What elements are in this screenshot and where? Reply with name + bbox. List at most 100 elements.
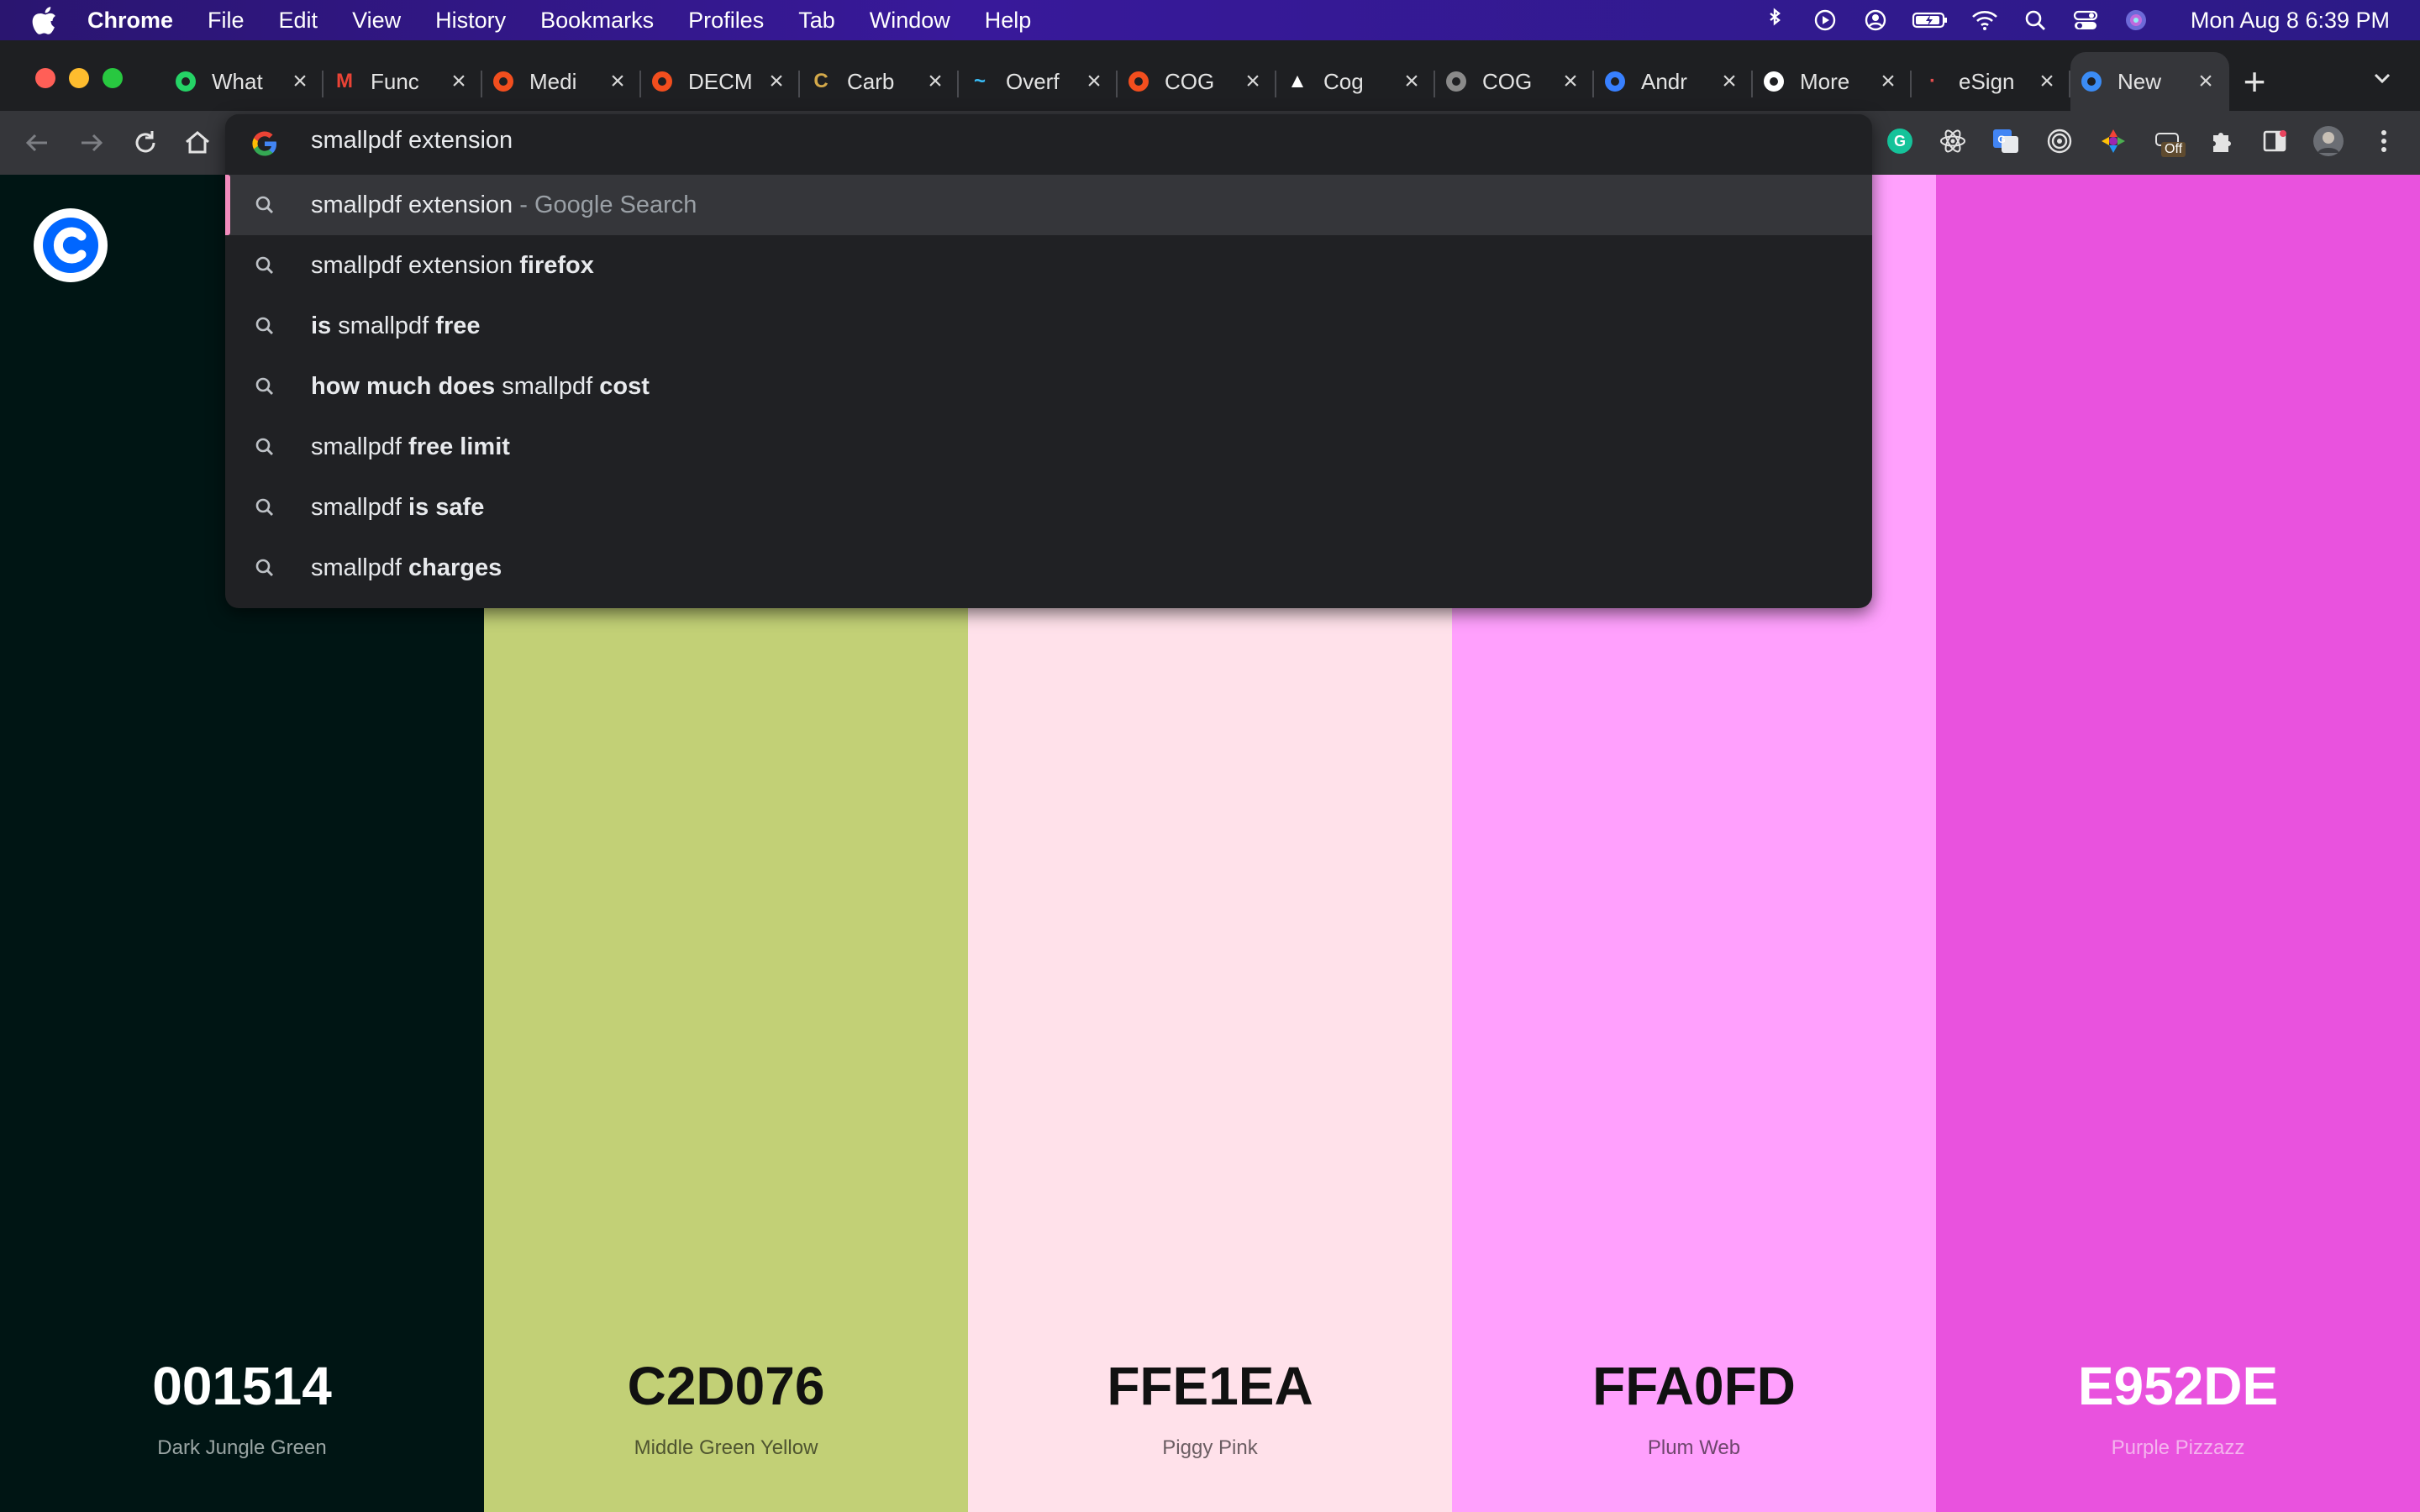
tab-close-icon[interactable]: × bbox=[1876, 67, 1900, 96]
coolors-logo[interactable] bbox=[34, 208, 108, 282]
apple-logo-icon[interactable] bbox=[32, 6, 57, 34]
omnibox-suggestion[interactable]: smallpdf extension firefox bbox=[225, 235, 1872, 296]
tab-close-icon[interactable]: × bbox=[288, 67, 312, 96]
browser-tab[interactable]: DECM × bbox=[641, 52, 800, 111]
omnibox-suggestion[interactable]: smallpdf charges bbox=[225, 538, 1872, 598]
menu-file[interactable]: File bbox=[208, 8, 245, 34]
browser-tab[interactable]: C Carb × bbox=[800, 52, 959, 111]
browser-tab[interactable]: M Func × bbox=[324, 52, 482, 111]
menu-window[interactable]: Window bbox=[870, 8, 950, 34]
gmail-icon: M bbox=[336, 70, 353, 92]
tab-close-icon[interactable]: × bbox=[606, 67, 629, 96]
tab-close-icon[interactable]: × bbox=[2194, 67, 2217, 96]
chrome-menu-kebab-icon[interactable] bbox=[2368, 125, 2400, 157]
grammarly-extension-icon[interactable]: G bbox=[1884, 125, 1916, 157]
menu-profiles[interactable]: Profiles bbox=[688, 8, 764, 34]
extensions-puzzle-icon[interactable] bbox=[2205, 125, 2237, 157]
wifi-icon[interactable] bbox=[1970, 8, 1999, 33]
menu-bar-clock[interactable]: Mon Aug 8 6:39 PM bbox=[2191, 8, 2390, 34]
suggestion-text: smallpdf charges bbox=[311, 554, 502, 582]
tab-title: Medi bbox=[529, 68, 577, 94]
browser-tab[interactable]: Andr × bbox=[1594, 52, 1753, 111]
tab-search-chevron-icon[interactable] bbox=[2370, 66, 2395, 91]
swatch-hex-code[interactable]: E952DE bbox=[1936, 1355, 2420, 1417]
tab-close-icon[interactable]: × bbox=[923, 67, 947, 96]
tab-title: Cog bbox=[1323, 68, 1364, 94]
browser-tab[interactable]: COG × bbox=[1118, 52, 1276, 111]
suggestion-text: how much does smallpdf cost bbox=[311, 373, 650, 401]
browser-tab[interactable]: · eSign × bbox=[1912, 52, 2070, 111]
menu-app-name[interactable]: Chrome bbox=[87, 8, 173, 34]
macos-menu-bar: Chrome File Edit View History Bookmarks … bbox=[0, 0, 2420, 40]
browser-tab[interactable]: ▲ Cog × bbox=[1276, 52, 1435, 111]
omnibox-input[interactable]: smallpdf extension bbox=[311, 127, 513, 155]
browser-tab[interactable]: What × bbox=[165, 52, 324, 111]
google-g-icon bbox=[252, 131, 276, 156]
spotlight-search-icon[interactable] bbox=[2021, 8, 2049, 33]
tab-close-icon[interactable]: × bbox=[1559, 67, 1582, 96]
home-icon[interactable] bbox=[182, 127, 213, 159]
omnibox-suggestion[interactable]: is smallpdf free bbox=[225, 296, 1872, 356]
tab-close-icon[interactable]: × bbox=[447, 67, 471, 96]
browser-tab[interactable]: More × bbox=[1753, 52, 1912, 111]
menu-view[interactable]: View bbox=[352, 8, 401, 34]
esign-icon: · bbox=[1929, 70, 1936, 92]
react-devtools-icon[interactable] bbox=[1937, 125, 1969, 157]
suggestion-part: free limit bbox=[408, 433, 510, 460]
off-badge-extension-icon[interactable]: Off bbox=[2151, 125, 2186, 157]
tab-title: What bbox=[212, 68, 263, 94]
new-tab-button[interactable]: + bbox=[2235, 59, 2274, 104]
color-picker-extension-icon[interactable] bbox=[2097, 125, 2129, 157]
tab-close-icon[interactable]: × bbox=[1082, 67, 1106, 96]
tab-close-icon[interactable]: × bbox=[765, 67, 788, 96]
search-icon bbox=[255, 377, 273, 395]
target-extension-icon[interactable] bbox=[2044, 125, 2075, 157]
svg-text:G: G bbox=[1894, 133, 1906, 150]
reading-list-icon[interactable] bbox=[2259, 125, 2291, 157]
profile-avatar[interactable] bbox=[2312, 125, 2344, 157]
siri-icon[interactable] bbox=[2122, 8, 2150, 33]
menu-edit[interactable]: Edit bbox=[279, 8, 318, 34]
browser-tab[interactable]: ~ Overf × bbox=[959, 52, 1118, 111]
window-close-button[interactable] bbox=[35, 68, 55, 88]
swatch-hex-code[interactable]: 001514 bbox=[0, 1355, 484, 1417]
menu-help[interactable]: Help bbox=[985, 8, 1032, 34]
tab-close-icon[interactable]: × bbox=[1241, 67, 1265, 96]
browser-tab[interactable]: New × bbox=[2070, 52, 2229, 111]
tab-close-icon[interactable]: × bbox=[1400, 67, 1423, 96]
tab-close-icon[interactable]: × bbox=[1718, 67, 1741, 96]
browser-tab[interactable]: Medi × bbox=[482, 52, 641, 111]
omnibox-suggestion[interactable]: how much does smallpdf cost bbox=[225, 356, 1872, 417]
menu-tab[interactable]: Tab bbox=[798, 8, 835, 34]
window-zoom-button[interactable] bbox=[103, 68, 123, 88]
suggestion-hint: - Google Search bbox=[513, 191, 697, 218]
swatch-hex-code[interactable]: FFA0FD bbox=[1452, 1355, 1936, 1417]
window-minimize-button[interactable] bbox=[69, 68, 89, 88]
tab-title: Func bbox=[371, 68, 419, 94]
battery-icon[interactable] bbox=[1912, 8, 1949, 33]
omnibox-suggestion[interactable]: smallpdf is safe bbox=[225, 477, 1872, 538]
control-center-icon[interactable] bbox=[2071, 8, 2100, 33]
bluetooth-icon[interactable] bbox=[1760, 8, 1789, 33]
tab-close-icon[interactable]: × bbox=[2035, 67, 2059, 96]
menu-history[interactable]: History bbox=[435, 8, 506, 34]
figma-icon bbox=[1126, 69, 1151, 94]
omnibox-suggestion[interactable]: smallpdf free limit bbox=[225, 417, 1872, 477]
swatch-hex-code[interactable]: FFE1EA bbox=[968, 1355, 1452, 1417]
suggestion-text: smallpdf extension firefox bbox=[311, 252, 594, 280]
omnibox-suggestion[interactable]: smallpdf extension - Google Search bbox=[225, 175, 1872, 235]
browser-tab[interactable]: COG × bbox=[1435, 52, 1594, 111]
suggestion-list: smallpdf extension - Google Search smallp… bbox=[225, 175, 1872, 598]
palette-swatch[interactable]: E952DE Purple Pizzazz bbox=[1936, 175, 2420, 1512]
suggestion-part: cost bbox=[599, 372, 650, 400]
back-arrow-icon[interactable] bbox=[21, 127, 53, 159]
search-icon bbox=[255, 317, 273, 334]
reload-icon[interactable] bbox=[129, 127, 161, 159]
swatch-hex-code[interactable]: C2D076 bbox=[484, 1355, 968, 1417]
forward-arrow-icon[interactable] bbox=[76, 127, 108, 159]
google-translate-icon[interactable]: G bbox=[1990, 125, 2022, 157]
user-circle-icon[interactable] bbox=[1861, 8, 1890, 33]
github-icon bbox=[1761, 69, 1786, 94]
play-circle-icon[interactable] bbox=[1811, 8, 1839, 33]
menu-bookmarks[interactable]: Bookmarks bbox=[540, 8, 654, 34]
